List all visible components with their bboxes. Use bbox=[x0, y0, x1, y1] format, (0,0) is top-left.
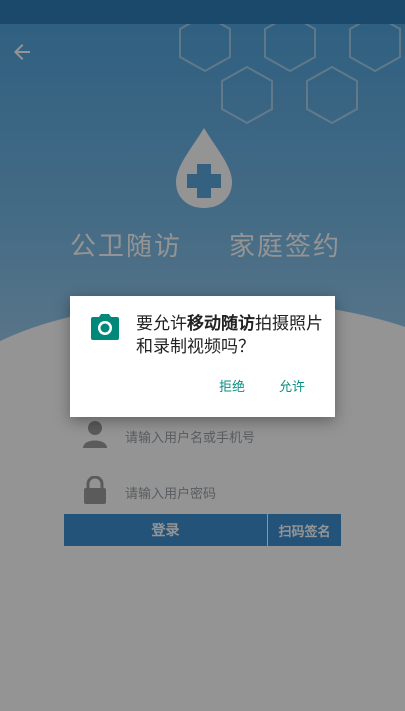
camera-icon bbox=[91, 314, 119, 340]
camera-permission-dialog: 要允许移动随访拍摄照片和录制视频吗？ 拒绝 允许 bbox=[70, 296, 335, 417]
deny-button[interactable]: 拒绝 bbox=[219, 376, 245, 395]
login-screen: 公卫随访 家庭签约 请输入用户名或手机号 请输入用户密码 登录 扫码签名 要允许… bbox=[0, 0, 405, 711]
permission-app-name: 移动随访 bbox=[187, 314, 255, 334]
allow-button[interactable]: 允许 bbox=[279, 376, 305, 395]
permission-message: 要允许移动随访拍摄照片和录制视频吗？ bbox=[136, 314, 323, 357]
